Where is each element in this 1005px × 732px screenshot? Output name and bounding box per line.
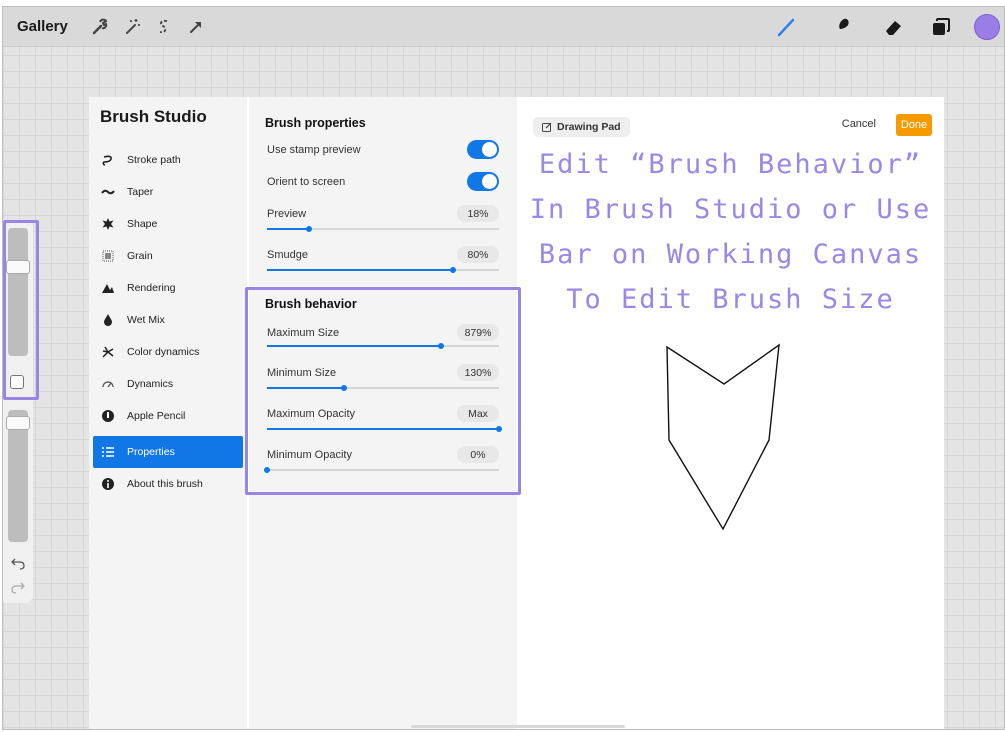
color-picker-button[interactable] [974,14,1000,40]
nav-item-properties[interactable]: Properties [93,436,243,468]
nav-item-label: Dynamics [127,378,174,390]
nav-item-about-this-brush[interactable]: About this brush [93,468,243,500]
smudge-slider-fill [267,269,453,271]
eraser-icon[interactable] [882,15,906,39]
layers-icon[interactable] [929,15,953,39]
canvas-frame: Gallery Brush Studio Stroke path Taper S… [2,6,1005,730]
smudge-slider[interactable] [267,267,499,273]
nav-item-label: Apple Pencil [127,410,186,422]
nav-item-label: Color dynamics [127,346,200,358]
transform-arrow-icon[interactable] [185,16,207,38]
nav-item-dynamics[interactable]: Dynamics [93,368,243,400]
nav-item-label: Wet Mix [127,314,165,326]
use-stamp-preview-toggle[interactable] [467,140,499,159]
nav-item-label: Rendering [127,282,176,294]
top-toolbar: Gallery [3,7,1004,47]
home-indicator [411,725,625,728]
nav-item-rendering[interactable]: Rendering [93,272,243,304]
orient-to-screen-label: Orient to screen [267,176,346,188]
preview-slider-knob[interactable] [305,226,312,232]
rendering-icon [102,284,114,293]
gallery-button[interactable]: Gallery [17,18,68,35]
annotation-line-2: In Brush Studio or Use [529,194,932,225]
undo-icon[interactable] [11,556,25,570]
nav-item-color-dynamics[interactable]: Color dynamics [93,336,243,368]
nav-item-label: Grain [127,250,153,262]
smudge-icon[interactable] [830,15,854,39]
shape-icon [102,218,114,230]
color-dynamics-icon [102,346,114,358]
brush-studio-nav: Brush Studio Stroke path Taper Shape Gra… [89,97,247,729]
brush-studio-title: Brush Studio [100,107,207,126]
done-button[interactable]: Done [896,114,932,136]
smudge-label: Smudge [267,249,308,261]
dynamics-icon [102,381,114,388]
nav-item-apple-pencil[interactable]: Apple Pencil [93,400,243,432]
brush-preview-stroke [666,343,780,531]
drawing-pad-chip[interactable]: Drawing Pad [533,117,630,137]
preview-slider-fill [267,228,309,230]
nav-item-label: Stroke path [127,154,181,166]
nav-item-wet-mix[interactable]: Wet Mix [93,304,243,336]
selection-icon[interactable] [153,16,175,38]
preview-value[interactable]: 18% [457,205,499,222]
taper-icon [101,189,115,195]
redo-icon[interactable] [11,580,25,594]
magic-wand-icon[interactable] [121,16,143,38]
nav-item-stroke-path[interactable]: Stroke path [93,144,243,176]
preview-label: Preview [267,208,307,220]
apple-pencil-icon [102,410,114,422]
drawing-pad[interactable]: Drawing Pad Cancel Done Edit “Brush Beha… [517,97,944,729]
drawing-pad-label: Drawing Pad [557,121,621,133]
nav-item-taper[interactable]: Taper [93,176,243,208]
preview-slider[interactable] [267,226,499,232]
smudge-slider-knob[interactable] [449,267,456,273]
nav-item-label: Taper [127,186,154,198]
nav-item-label: About this brush [127,478,203,490]
brush-properties-title: Brush properties [265,116,366,130]
use-stamp-preview-label: Use stamp preview [267,144,361,156]
sidebar-size-highlight [3,220,39,400]
opacity-slider-knob[interactable] [6,416,30,430]
brush-behavior-highlight [245,287,521,495]
stroke-path-icon [102,155,112,166]
properties-icon [102,447,114,457]
wet-mix-icon [104,314,112,326]
edit-icon [542,122,552,132]
brush-icon[interactable] [774,15,798,39]
orient-to-screen-toggle[interactable] [467,172,499,191]
nav-item-label: Shape [127,218,158,230]
annotation-line-4: To Edit Brush Size [566,284,895,315]
annotation-line-1: Edit “Brush Behavior” [538,149,923,180]
grain-icon [102,250,114,262]
nav-item-label: Properties [127,446,175,458]
nav-item-shape[interactable]: Shape [93,208,243,240]
info-icon [102,478,114,490]
smudge-value[interactable]: 80% [457,246,499,263]
cancel-button[interactable]: Cancel [842,118,876,130]
wrench-icon[interactable] [89,16,111,38]
nav-item-grain[interactable]: Grain [93,240,243,272]
annotation-line-3: Bar on Working Canvas [538,239,923,270]
